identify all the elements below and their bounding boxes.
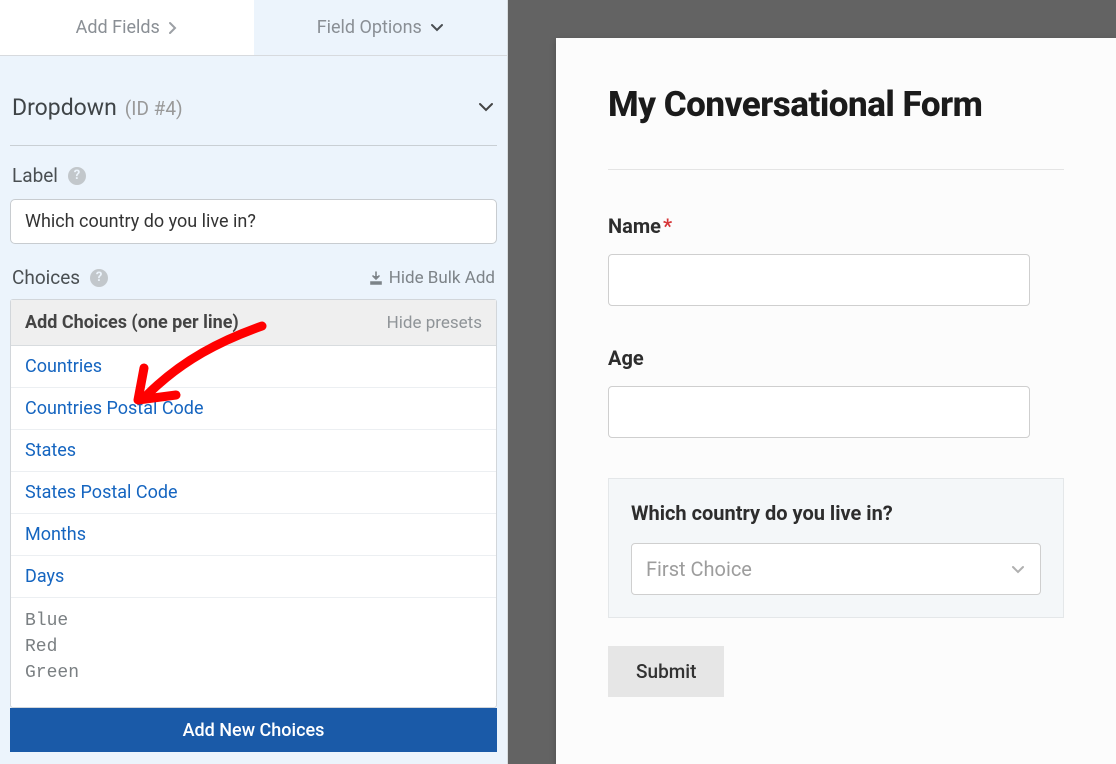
- help-icon[interactable]: ?: [68, 167, 86, 185]
- choices-header: Choices ? Hide Bulk Add: [10, 258, 497, 299]
- choices-box-title: Add Choices (one per line): [25, 312, 239, 333]
- section-title-text: Dropdown: [12, 94, 117, 121]
- preset-states-postal-code[interactable]: States Postal Code: [11, 472, 496, 514]
- preview-panel: My Conversational Form Name* Age Which c…: [508, 0, 1116, 764]
- preset-states[interactable]: States: [11, 430, 496, 472]
- section-title: Dropdown (ID #4): [12, 94, 183, 121]
- tab-field-options-label: Field Options: [317, 17, 422, 38]
- required-indicator: *: [663, 214, 672, 238]
- age-label: Age: [608, 346, 1064, 370]
- name-label: Name*: [608, 214, 1064, 238]
- settings-sidebar: Add Fields Field Options Dropdown (ID #4…: [0, 0, 508, 764]
- chevron-down-icon: [477, 98, 495, 117]
- label-input[interactable]: [10, 199, 497, 244]
- field-name: Name*: [608, 214, 1064, 306]
- chevron-down-icon: [1010, 557, 1026, 581]
- tabs: Add Fields Field Options: [0, 0, 507, 56]
- preset-countries[interactable]: Countries: [11, 346, 496, 388]
- country-label: Which country do you live in?: [631, 501, 1041, 525]
- section-id: (ID #4): [125, 97, 183, 120]
- chevron-down-icon: [430, 23, 444, 33]
- download-icon: [369, 271, 383, 285]
- preset-months[interactable]: Months: [11, 514, 496, 556]
- label-option-row: Label ?: [10, 146, 497, 195]
- field-age: Age: [608, 346, 1064, 438]
- field-country-highlighted[interactable]: Which country do you live in? First Choi…: [608, 478, 1064, 618]
- preset-days[interactable]: Days: [11, 556, 496, 598]
- name-input[interactable]: [608, 254, 1030, 306]
- tab-add-fields-label: Add Fields: [76, 17, 160, 38]
- panel-body: Dropdown (ID #4) Label ? Choices ? Hide …: [0, 56, 507, 752]
- name-label-text: Name: [608, 214, 661, 238]
- submit-button[interactable]: Submit: [608, 646, 724, 697]
- choices-box-header: Add Choices (one per line) Hide presets: [11, 300, 496, 346]
- hide-presets-link[interactable]: Hide presets: [387, 313, 482, 333]
- hide-bulk-add-link[interactable]: Hide Bulk Add: [369, 268, 495, 288]
- chevron-right-icon: [168, 21, 178, 35]
- help-icon[interactable]: ?: [90, 269, 108, 287]
- choices-box: Add Choices (one per line) Hide presets …: [10, 299, 497, 708]
- choices-textarea[interactable]: Blue Red Green: [11, 598, 496, 703]
- choices-label: Choices: [12, 266, 80, 289]
- country-select-wrapper: First Choice: [631, 543, 1041, 595]
- form-title: My Conversational Form: [608, 84, 1064, 170]
- country-select-value: First Choice: [646, 557, 752, 581]
- choices-header-left: Choices ?: [12, 266, 108, 289]
- hide-bulk-text: Hide Bulk Add: [389, 268, 495, 288]
- tab-add-fields[interactable]: Add Fields: [0, 0, 254, 55]
- country-select[interactable]: First Choice: [631, 543, 1041, 595]
- tab-field-options[interactable]: Field Options: [254, 0, 508, 55]
- add-new-choices-button[interactable]: Add New Choices: [10, 708, 497, 752]
- form-card: My Conversational Form Name* Age Which c…: [556, 38, 1116, 764]
- preset-countries-postal-code[interactable]: Countries Postal Code: [11, 388, 496, 430]
- age-input[interactable]: [608, 386, 1030, 438]
- section-header[interactable]: Dropdown (ID #4): [10, 56, 497, 146]
- label-option-text: Label: [12, 164, 58, 187]
